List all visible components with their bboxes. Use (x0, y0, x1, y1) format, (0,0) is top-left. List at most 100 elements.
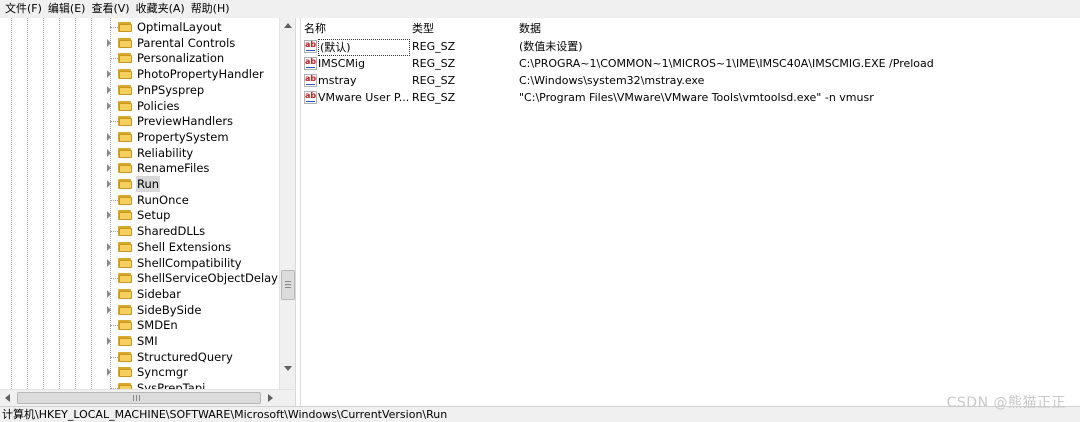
folder-icon (118, 100, 132, 111)
folder-icon (118, 366, 132, 378)
folder-icon (118, 52, 132, 64)
expand-arrow-icon[interactable] (107, 258, 111, 267)
menu-item[interactable]: 收藏夹(A) (133, 0, 188, 18)
scroll-right-arrow-icon[interactable] (268, 394, 273, 402)
tree-item[interactable]: SideBySide (0, 302, 279, 318)
tree-item[interactable]: Run (0, 176, 279, 192)
tree-item-label: Parental Controls (137, 35, 236, 50)
registry-value-row[interactable]: ab (默认) REG_SZ (数值未设置) (301, 38, 1080, 56)
tree-connector (110, 199, 118, 201)
tree-item[interactable]: Reliability (0, 145, 279, 161)
folder-icon (118, 131, 132, 142)
tree-item[interactable]: RenameFiles (0, 160, 279, 176)
tree-connector (110, 58, 118, 60)
tree-item[interactable]: PhotoPropertyHandler (0, 66, 279, 82)
tree-item[interactable]: SysPrepTapi (0, 380, 279, 389)
string-value-icon: ab (304, 91, 317, 104)
expand-arrow-icon[interactable] (107, 211, 111, 220)
tree-item[interactable]: PnPSysprep (0, 82, 279, 98)
expand-arrow-icon[interactable] (107, 101, 111, 110)
scroll-down-arrow-icon[interactable] (284, 366, 292, 371)
tree-item-label: Shell Extensions (137, 239, 232, 254)
folder-icon (118, 351, 132, 362)
tree-item-label: Run (136, 176, 161, 192)
tree-item[interactable]: Setup (0, 207, 279, 223)
registry-value-row[interactable]: ab IMSCMig REG_SZ C:\PROGRA~1\COMMON~1\MICR… (301, 55, 1080, 72)
folder-icon (118, 304, 132, 315)
column-header-name[interactable]: 名称 (304, 21, 326, 37)
tree-item-label: PhotoPropertyHandler (137, 67, 264, 82)
folder-icon (118, 257, 132, 268)
expand-arrow-icon[interactable] (107, 85, 111, 94)
folder-icon (118, 209, 132, 221)
tree-item-label: OptimalLayout (137, 20, 222, 34)
expand-arrow-icon[interactable] (107, 368, 111, 377)
column-header-type[interactable]: 类型 (412, 21, 434, 37)
value-type: REG_SZ (412, 91, 456, 104)
scroll-left-arrow-icon[interactable] (5, 394, 10, 402)
tree-item[interactable]: OptimalLayout (0, 19, 279, 35)
folder-icon (118, 68, 132, 80)
tree-item[interactable]: SMI (0, 333, 279, 349)
tree-item[interactable]: RunOnce (0, 192, 279, 208)
folder-icon (118, 335, 132, 346)
tree-item[interactable]: ShellServiceObjectDelayLoad (0, 270, 279, 286)
scroll-thumb[interactable] (17, 392, 261, 404)
expand-arrow-icon[interactable] (107, 38, 111, 47)
folder-icon (118, 37, 132, 48)
value-data: "C:\Program Files\VMware\VMware Tools\vm… (519, 91, 874, 104)
tree-horizontal-scrollbar[interactable] (0, 389, 295, 406)
tree-item-label: SMDEn (137, 318, 178, 333)
tree-connector (110, 278, 118, 280)
string-value-icon-text: ab (305, 74, 317, 83)
tree-item-label: ShellCompatibility (137, 255, 242, 270)
registry-value-row[interactable]: ab mstray REG_SZ C:\Windows\system32\mstray… (301, 72, 1080, 89)
value-name: (默认) (318, 39, 410, 56)
string-value-icon: ab (304, 74, 317, 87)
value-data: C:\Windows\system32\mstray.exe (519, 74, 705, 87)
expand-arrow-icon[interactable] (107, 70, 111, 79)
tree-item[interactable]: Syncmgr (0, 364, 279, 380)
scroll-up-arrow-icon[interactable] (284, 23, 292, 28)
tree-item[interactable]: StructuredQuery (0, 349, 279, 365)
tree-item[interactable]: PreviewHandlers (0, 113, 279, 129)
value-data: C:\PROGRA~1\COMMON~1\MICROS~1\IME\IMSC40… (519, 57, 934, 70)
folder-icon (118, 84, 132, 95)
expand-arrow-icon[interactable] (107, 305, 111, 314)
tree-connector (110, 356, 118, 358)
folder-icon (118, 162, 132, 174)
tree-item-label: StructuredQuery (137, 349, 233, 364)
string-value-icon-text: ab (305, 57, 317, 66)
tree-item-label: Personalization (137, 51, 225, 66)
tree-item[interactable]: Shell Extensions (0, 239, 279, 255)
expand-arrow-icon[interactable] (107, 289, 111, 298)
tree-item[interactable]: SharedDLLs (0, 223, 279, 239)
expand-arrow-icon[interactable] (107, 148, 111, 157)
tree-item[interactable]: ShellCompatibility (0, 255, 279, 271)
menu-item[interactable]: 文件(F) (2, 0, 45, 18)
tree-connector (110, 121, 118, 123)
tree-item[interactable]: SMDEn (0, 317, 279, 333)
menu-item[interactable]: 帮助(H) (188, 0, 233, 18)
column-header-data[interactable]: 数据 (519, 21, 541, 37)
tree-item[interactable]: Policies (0, 98, 279, 114)
menu-item[interactable]: 编辑(E) (45, 0, 89, 18)
tree-item[interactable]: Personalization (0, 50, 279, 66)
expand-arrow-icon[interactable] (107, 164, 111, 173)
expand-arrow-icon[interactable] (107, 337, 111, 345)
registry-value-row[interactable]: ab VMware User P... REG_SZ "C:\Program File… (301, 89, 1080, 106)
tree-item-label: PreviewHandlers (137, 114, 234, 129)
scroll-thumb[interactable] (281, 270, 295, 300)
expand-arrow-icon[interactable] (107, 132, 111, 141)
tree-vertical-scrollbar[interactable] (279, 18, 295, 389)
tree-item[interactable]: PropertySystem (0, 129, 279, 145)
tree-item[interactable]: Parental Controls (0, 35, 279, 51)
folder-icon (118, 241, 132, 252)
expand-arrow-icon[interactable] (107, 242, 111, 251)
tree-item[interactable]: Sidebar (0, 286, 279, 302)
folder-icon (118, 21, 132, 32)
tree-item-label: Syncmgr (137, 365, 188, 380)
expand-arrow-icon[interactable] (107, 180, 111, 188)
value-name: IMSCMig (318, 57, 365, 70)
menu-item[interactable]: 查看(V) (88, 0, 132, 18)
